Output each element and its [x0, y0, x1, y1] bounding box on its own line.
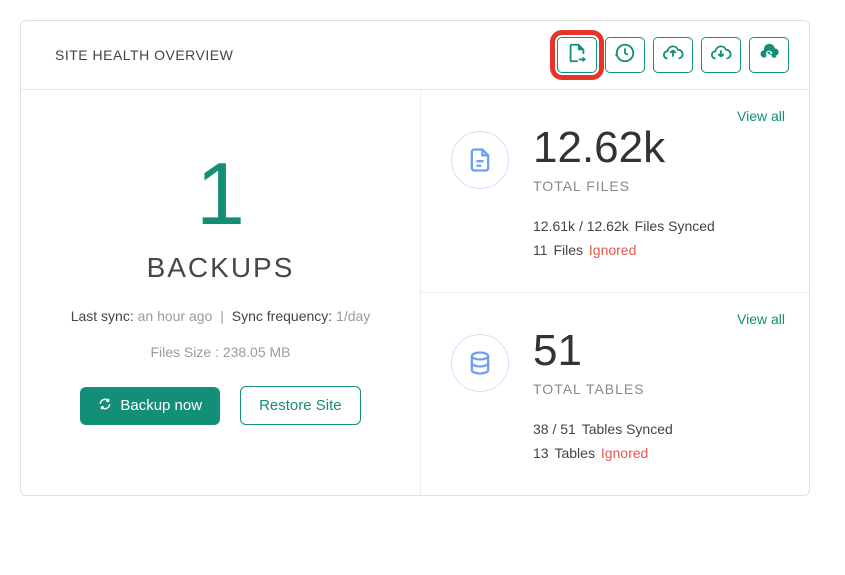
backups-count: 1	[49, 150, 392, 238]
files-total: 12.62k	[533, 126, 665, 170]
files-size-line: Files Size : 238.05 MB	[49, 344, 392, 360]
tables-view-all-link[interactable]: View all	[737, 311, 785, 327]
tables-synced-line: 38 / 51 Tables Synced	[533, 421, 783, 437]
restore-site-label: Restore Site	[259, 397, 342, 414]
file-icon	[451, 131, 509, 189]
tables-ignored-count: 13	[533, 445, 549, 461]
cloud-upload-button[interactable]	[653, 37, 693, 73]
files-synced-slash: /	[579, 218, 587, 234]
cloud-download-button[interactable]	[701, 37, 741, 73]
last-sync-label: Last sync:	[71, 308, 134, 324]
files-size-value: 238.05 MB	[223, 344, 291, 360]
backup-button-row: Backup now Restore Site	[49, 386, 392, 425]
tables-synced-total: 51	[560, 421, 576, 437]
tables-detail-lines: 38 / 51 Tables Synced 13 Tables Ignored	[533, 421, 783, 461]
sync-freq-value: 1/day	[336, 308, 370, 324]
files-total-label: TOTAL FILES	[533, 178, 665, 194]
backup-now-button[interactable]: Backup now	[80, 387, 220, 425]
tables-synced-current: 38	[533, 421, 549, 437]
restore-site-button[interactable]: Restore Site	[240, 386, 361, 425]
cloud-download-icon	[710, 42, 732, 69]
tables-stat-block: View all 51 TOTAL TABLES 38 / 51	[421, 292, 809, 495]
files-ignored-word: Ignored	[589, 242, 636, 258]
tables-synced-suffix: Tables Synced	[582, 421, 673, 437]
card-title: SITE HEALTH OVERVIEW	[55, 47, 233, 63]
card-body: 1 BACKUPS Last sync: an hour ago | Sync …	[21, 90, 809, 495]
tables-ignored-unit: Tables	[554, 445, 594, 461]
cloud-sync-button[interactable]	[749, 37, 789, 73]
file-export-icon	[566, 42, 588, 69]
stats-panel: View all 12.62k TOTAL FILES 12.61k / 12.…	[421, 90, 809, 495]
tables-stat-text: 51 TOTAL TABLES	[533, 329, 645, 397]
file-export-button[interactable]	[557, 37, 597, 73]
files-synced-line: 12.61k / 12.62k Files Synced	[533, 218, 783, 234]
sync-freq-label: Sync frequency:	[232, 308, 332, 324]
tables-stat-head: 51 TOTAL TABLES	[451, 329, 783, 397]
files-size-label: Files Size :	[150, 344, 218, 360]
tables-total-label: TOTAL TABLES	[533, 381, 645, 397]
history-icon	[614, 42, 636, 69]
files-stat-block: View all 12.62k TOTAL FILES 12.61k / 12.…	[421, 90, 809, 292]
backups-panel: 1 BACKUPS Last sync: an hour ago | Sync …	[21, 90, 421, 495]
refresh-icon	[98, 397, 112, 415]
cloud-sync-icon	[758, 42, 780, 69]
sync-meta-line: Last sync: an hour ago | Sync frequency:…	[49, 308, 392, 324]
last-sync-value: an hour ago	[138, 308, 213, 324]
backups-label: BACKUPS	[49, 252, 392, 284]
files-stat-text: 12.62k TOTAL FILES	[533, 126, 665, 194]
backup-now-label: Backup now	[120, 397, 202, 414]
card-header: SITE HEALTH OVERVIEW	[21, 21, 809, 90]
tables-total: 51	[533, 329, 645, 373]
files-ignored-count: 11	[533, 242, 548, 258]
files-ignored-line: 11 Files Ignored	[533, 242, 783, 258]
files-detail-lines: 12.61k / 12.62k Files Synced 11 Files Ig…	[533, 218, 783, 258]
files-synced-suffix: Files Synced	[635, 218, 715, 234]
site-health-card: SITE HEALTH OVERVIEW	[20, 20, 810, 496]
files-stat-head: 12.62k TOTAL FILES	[451, 126, 783, 194]
history-button[interactable]	[605, 37, 645, 73]
files-ignored-unit: Files	[553, 242, 583, 258]
meta-separator: |	[220, 308, 224, 324]
files-view-all-link[interactable]: View all	[737, 108, 785, 124]
files-synced-current: 12.61k	[533, 218, 575, 234]
tables-ignored-line: 13 Tables Ignored	[533, 445, 783, 461]
tables-ignored-word: Ignored	[601, 445, 648, 461]
database-icon	[451, 334, 509, 392]
cloud-upload-icon	[662, 42, 684, 69]
header-icon-row	[557, 37, 789, 73]
files-synced-total: 12.62k	[587, 218, 629, 234]
